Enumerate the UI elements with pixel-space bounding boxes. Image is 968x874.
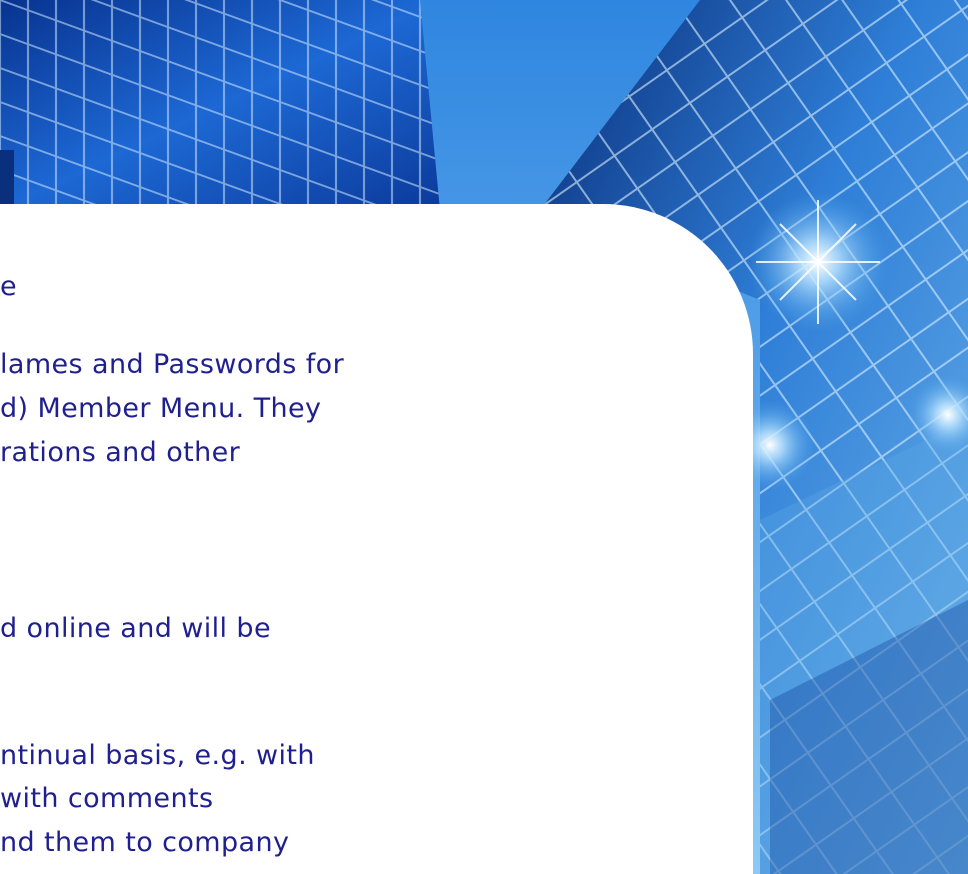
text-line-5: d online and will be bbox=[0, 613, 271, 644]
text-line-7: with comments bbox=[0, 783, 214, 814]
text-line-6: ntinual basis, e.g. with bbox=[0, 740, 315, 771]
slide-canvas: e lames and Passwords for d) Member Menu… bbox=[0, 0, 968, 874]
text-line-1: e bbox=[0, 271, 18, 302]
slide-body-text: e lames and Passwords for d) Member Menu… bbox=[0, 0, 760, 874]
text-line-8: nd them to company bbox=[0, 827, 290, 858]
text-line-2: lames and Passwords for bbox=[0, 349, 345, 380]
text-line-4: rations and other bbox=[0, 437, 241, 468]
text-line-3: d) Member Menu. They bbox=[0, 393, 322, 424]
